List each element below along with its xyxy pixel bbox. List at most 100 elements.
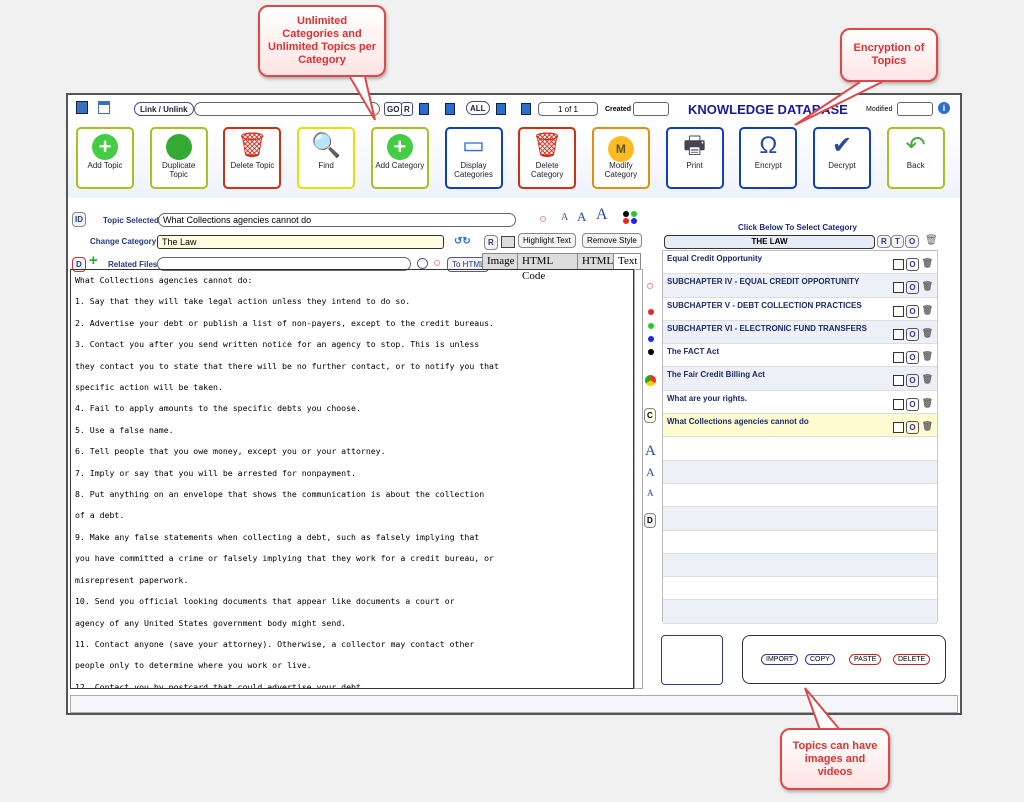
record-small-icon[interactable] — [434, 260, 440, 266]
add-file-icon[interactable]: + — [89, 252, 98, 269]
font-large-icon[interactable]: A — [596, 206, 608, 224]
trash-icon[interactable]: 🗑 — [922, 351, 933, 362]
color-red-icon[interactable] — [623, 218, 629, 224]
trash-icon[interactable]: 🗑 — [922, 258, 933, 269]
decrypt-button[interactable]: ✔ Decrypt — [813, 127, 871, 189]
modify-category-button[interactable]: M Modify Category — [591, 127, 650, 189]
color-black-side-icon[interactable] — [648, 349, 654, 355]
topic-open-button[interactable]: O — [906, 327, 919, 341]
color-green-icon[interactable] — [631, 211, 637, 217]
topic-open-button[interactable]: O — [906, 258, 919, 271]
back-button[interactable]: ↶ Back — [886, 127, 945, 189]
topic-list-item[interactable]: What Collections agencies cannot do O 🗑 — [663, 414, 937, 438]
font-small-side-icon[interactable]: A — [647, 488, 654, 498]
topic-checkbox[interactable] — [893, 375, 904, 387]
font-large-side-icon[interactable]: A — [645, 443, 656, 460]
display-categories-button[interactable]: ▭ Display Categories — [444, 127, 503, 189]
topic-checkbox[interactable] — [893, 398, 904, 410]
category-r-button[interactable]: R — [877, 235, 891, 248]
find-button[interactable]: 🔍 Find — [297, 127, 356, 189]
color-green-side-icon[interactable] — [648, 323, 654, 329]
font-medium-side-icon[interactable]: A — [646, 465, 655, 480]
encrypt-button[interactable]: Ω Encrypt — [739, 127, 798, 189]
d-side-button[interactable]: D — [644, 513, 656, 528]
trash-icon[interactable]: 🗑 — [922, 328, 933, 339]
topic-open-button[interactable]: O — [906, 351, 919, 365]
duplicate-topic-button[interactable]: Duplicate Topic — [149, 127, 208, 189]
trash-icon[interactable]: 🗑 — [922, 374, 933, 385]
category-t-button[interactable]: T — [891, 235, 904, 248]
link-input[interactable] — [194, 102, 380, 116]
trash-icon[interactable]: 🗑 — [922, 305, 933, 316]
prev-record-icon[interactable] — [445, 103, 455, 115]
topic-list-item[interactable]: What are your rights. O 🗑 — [663, 391, 937, 415]
change-category-input[interactable]: The Law — [157, 235, 444, 249]
r-button[interactable]: R — [401, 102, 413, 116]
id-button[interactable]: ID — [72, 212, 86, 227]
print-button[interactable]: 🖶 Print — [665, 127, 724, 189]
font-medium-icon[interactable]: A — [577, 209, 586, 225]
topic-checkbox[interactable] — [893, 259, 904, 270]
topic-list-scrollbar[interactable] — [937, 250, 945, 622]
topic-open-button[interactable]: O — [906, 304, 919, 318]
topic-open-button[interactable]: O — [906, 421, 919, 435]
remove-style-button[interactable]: Remove Style — [582, 233, 642, 248]
copy-button[interactable]: COPY — [805, 654, 835, 665]
last-record-icon[interactable] — [521, 103, 531, 115]
import-button[interactable]: IMPORT — [761, 654, 799, 665]
topic-checkbox[interactable] — [893, 305, 904, 317]
delete-topic-button[interactable]: 🗑 Delete Topic — [223, 127, 282, 189]
topic-text-area[interactable]: What Collections agencies cannot do: 1. S… — [70, 269, 634, 689]
color-blue-side-icon[interactable] — [648, 336, 654, 342]
color-blue-icon[interactable] — [631, 218, 637, 224]
paste-button[interactable]: PASTE — [849, 654, 882, 665]
chrome-icon[interactable] — [645, 375, 656, 386]
trash-icon[interactable]: 🗑 — [922, 398, 933, 409]
category-trash-icon[interactable]: 🗑 — [925, 235, 938, 246]
color-black-icon[interactable] — [623, 211, 629, 217]
tab-text[interactable]: Text — [613, 253, 641, 270]
delete-button[interactable]: DELETE — [893, 654, 931, 665]
all-button[interactable]: ALL — [466, 101, 490, 115]
envelope-icon[interactable] — [501, 236, 515, 248]
tab-html[interactable]: HTML — [577, 253, 614, 270]
info-icon[interactable]: i — [938, 102, 950, 114]
undo-redo-icon[interactable]: ↺↻ — [454, 236, 471, 247]
topic-list-item[interactable]: The Fair Credit Billing Act O 🗑 — [663, 367, 937, 391]
first-record-icon[interactable] — [419, 103, 429, 115]
record-side-icon[interactable] — [647, 283, 653, 289]
add-topic-button[interactable]: + Add Topic — [76, 127, 134, 189]
highlight-text-button[interactable]: Highlight Text — [518, 233, 576, 248]
topic-checkbox[interactable] — [893, 282, 904, 294]
c-button[interactable]: C — [644, 408, 656, 423]
color-red-side-icon[interactable] — [648, 309, 654, 315]
r-style-button[interactable]: R — [484, 235, 498, 250]
tab-html-code[interactable]: HTML Code — [517, 253, 578, 282]
text-scrollbar[interactable] — [634, 269, 643, 689]
add-category-button[interactable]: + Add Category — [370, 127, 429, 189]
current-category-button[interactable]: THE LAW — [664, 235, 875, 249]
topic-selected-input[interactable]: What Collections agencies cannot do — [158, 213, 516, 227]
font-small-icon[interactable]: A — [561, 212, 568, 223]
topic-checkbox[interactable] — [893, 422, 904, 434]
topic-open-button[interactable]: O — [906, 281, 919, 295]
next-record-icon[interactable] — [496, 103, 506, 115]
trash-icon[interactable]: 🗑 — [922, 421, 933, 432]
topic-list-item[interactable]: Equal Credit Opportunity O 🗑 — [663, 251, 937, 275]
topic-list-item[interactable]: SUBCHAPTER V - DEBT COLLECTION PRACTICES… — [663, 298, 937, 321]
topic-open-button[interactable]: O — [906, 374, 919, 388]
tab-image[interactable]: Image — [482, 253, 518, 270]
calendar-icon[interactable] — [98, 101, 110, 114]
delete-category-button[interactable]: 🗑 Delete Category — [518, 127, 577, 189]
category-o-button[interactable]: O — [905, 235, 920, 248]
topic-list-item[interactable]: The FACT Act O 🗑 — [663, 344, 937, 368]
record-icon[interactable] — [540, 216, 546, 222]
topic-list-item[interactable]: SUBCHAPTER VI - ELECTRONIC FUND TRANSFER… — [663, 320, 937, 345]
go-button[interactable]: GO — [384, 102, 403, 116]
calculator-icon[interactable] — [76, 101, 88, 114]
topic-checkbox[interactable] — [893, 352, 904, 364]
topic-open-button[interactable]: O — [906, 397, 919, 411]
refresh-icon[interactable] — [417, 258, 428, 269]
trash-icon[interactable]: 🗑 — [922, 281, 933, 292]
link-unlink-button[interactable]: Link / Unlink — [134, 102, 194, 116]
